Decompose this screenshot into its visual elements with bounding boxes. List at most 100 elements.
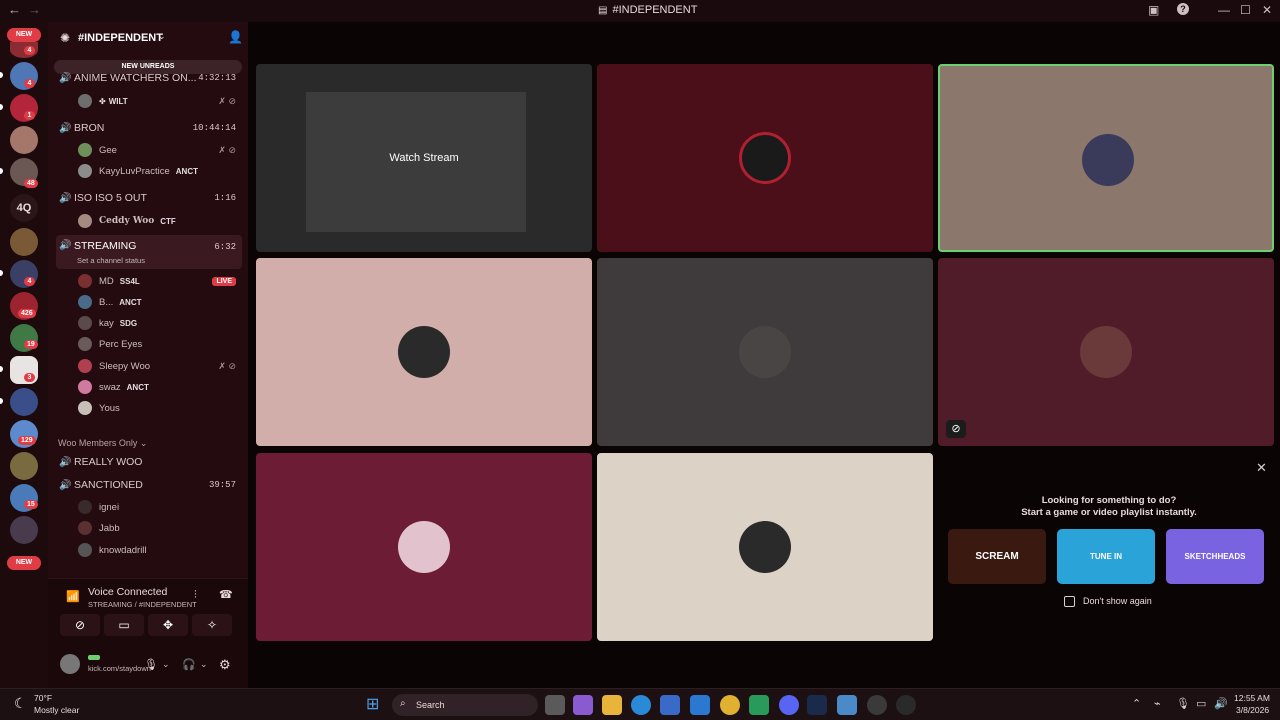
watch-stream-label[interactable]: Watch Stream: [256, 152, 592, 164]
muted-deafened-icon: ✗ ⊘: [218, 360, 236, 371]
voice-channel-anime-watchers[interactable]: 🔊 ANIME WATCHERS ON... 4:32:13: [56, 68, 242, 88]
outlook-icon[interactable]: [690, 695, 710, 715]
network-icon[interactable]: ⌁: [1154, 697, 1161, 710]
forward-arrow-icon[interactable]: →: [28, 2, 41, 17]
screen-share-button[interactable]: ▭: [104, 614, 144, 636]
weather-condition[interactable]: Mostly clear: [34, 705, 79, 715]
participant-tile[interactable]: [597, 64, 933, 252]
server-icon[interactable]: [10, 452, 38, 480]
mention-badge: 129: [18, 436, 36, 445]
new-unreads-pill-top[interactable]: NEW: [7, 28, 41, 42]
voice-channel-iso[interactable]: 🔊 ISO ISO 5 OUT 1:16: [56, 188, 242, 208]
channel-status[interactable]: Set a channel status: [77, 256, 145, 265]
store-icon[interactable]: [660, 695, 680, 715]
back-arrow-icon[interactable]: ←: [8, 2, 21, 17]
volume-icon[interactable]: 🔊: [1214, 697, 1228, 710]
voice-user[interactable]: Jabb: [78, 519, 242, 537]
edge-icon[interactable]: [631, 695, 651, 715]
speaker-icon: 🔊: [59, 72, 72, 84]
clock-time[interactable]: 12:55 AM: [1234, 693, 1270, 703]
voice-user[interactable]: Yous: [78, 399, 242, 417]
unread-indicator: [0, 270, 3, 276]
server-icon[interactable]: [10, 228, 38, 256]
voice-user[interactable]: KayyLuvPractice ANCT: [78, 162, 242, 180]
voice-user[interactable]: Sleepy Woo ✗ ⊘: [78, 357, 242, 375]
settings-gear-icon[interactable]: ⚙: [219, 657, 231, 673]
voice-user[interactable]: swaz ANCT: [78, 378, 242, 396]
voice-user[interactable]: Gee ✗ ⊘: [78, 141, 242, 159]
app-icon[interactable]: [896, 695, 916, 715]
minimize-icon[interactable]: —: [1218, 3, 1230, 17]
signal-icon[interactable]: 📶: [66, 590, 80, 603]
soundboard-button[interactable]: ✧: [192, 614, 232, 636]
disconnect-icon[interactable]: ☎: [219, 588, 233, 601]
camera-off-button[interactable]: ⊘: [60, 614, 100, 636]
copilot-icon[interactable]: [573, 695, 593, 715]
dont-show-label: Don't show again: [1083, 596, 1152, 606]
dont-show-checkbox[interactable]: [1064, 596, 1075, 607]
microphone-icon[interactable]: 🎙: [1176, 697, 1190, 710]
server-icon-4q[interactable]: 4Q: [10, 194, 38, 222]
user-avatar[interactable]: [60, 654, 80, 674]
close-icon[interactable]: ✕: [1256, 460, 1267, 476]
server-icon[interactable]: [10, 516, 38, 544]
guild-tag: CTF: [160, 216, 176, 226]
activities-button[interactable]: ✥: [148, 614, 188, 636]
headphones-icon[interactable]: 🎧: [182, 658, 196, 671]
category-header[interactable]: Woo Members Only ⌄: [58, 438, 147, 449]
weather-temp[interactable]: 70°F: [34, 693, 52, 703]
maximize-icon[interactable]: ☐: [1240, 3, 1251, 17]
discord-icon[interactable]: [779, 695, 799, 715]
close-window-icon[interactable]: ✕: [1262, 3, 1272, 17]
voice-location[interactable]: STREAMING / #INDEPENDENT: [88, 600, 197, 609]
voice-user[interactable]: MD SS4L LIVE: [78, 272, 242, 290]
voice-channel-really-woo[interactable]: 🔊 REALLY WOO: [56, 452, 242, 472]
voice-channel-sanctioned[interactable]: 🔊 SANCTIONED 39:57: [56, 475, 242, 495]
display-icon[interactable]: ▭: [1196, 697, 1206, 710]
app-icon[interactable]: [749, 695, 769, 715]
clock-date[interactable]: 3/8/2026: [1236, 705, 1269, 715]
activity-card-tunein[interactable]: TUNE IN: [1057, 529, 1155, 584]
app-icon[interactable]: [867, 695, 887, 715]
help-icon[interactable]: ?: [1177, 3, 1189, 15]
windows-start-icon[interactable]: ⊞: [366, 694, 379, 714]
stream-tile[interactable]: Watch Stream: [256, 64, 592, 252]
microphone-icon[interactable]: 🎙: [144, 658, 158, 671]
participant-avatar: [739, 521, 791, 573]
search-box[interactable]: ⌕ Search: [392, 694, 538, 716]
voice-user[interactable]: ignei: [78, 498, 242, 516]
noise-suppression-icon[interactable]: ⫶: [194, 589, 197, 602]
file-explorer-icon[interactable]: [602, 695, 622, 715]
voice-user[interactable]: ✤ WILT ✗ ⊘: [78, 92, 242, 110]
participant-tile[interactable]: [256, 258, 592, 446]
participant-tile[interactable]: ⊘: [938, 258, 1274, 446]
participant-tile[interactable]: [597, 453, 933, 641]
participant-tile[interactable]: [597, 258, 933, 446]
invite-people-icon[interactable]: 👤: [228, 30, 243, 44]
activity-card-scream[interactable]: SCREAM: [948, 529, 1046, 584]
server-icon[interactable]: [10, 126, 38, 154]
participant-tile[interactable]: [256, 453, 592, 641]
voice-user[interactable]: Ceddy Woo CTF: [78, 212, 242, 230]
server-icon[interactable]: [10, 388, 38, 416]
activity-card-sketchheads[interactable]: SKETCHHEADS: [1166, 529, 1264, 584]
participant-tile-speaking[interactable]: [938, 64, 1274, 252]
photos-icon[interactable]: [837, 695, 857, 715]
chrome-icon[interactable]: [720, 695, 740, 715]
avatar: [78, 214, 92, 228]
voice-user[interactable]: kay SDG: [78, 314, 242, 332]
new-unreads-pill-bottom[interactable]: NEW: [7, 556, 41, 570]
chevron-down-icon[interactable]: ⌄: [162, 659, 170, 670]
voice-user[interactable]: knowdadrill: [78, 541, 242, 559]
voice-user[interactable]: B... ANCT: [78, 293, 242, 311]
voice-channel-streaming[interactable]: 🔊 STREAMING 6:32 Set a channel status: [56, 235, 242, 269]
muted-icon: ⊘: [946, 420, 966, 438]
task-view-icon[interactable]: [545, 695, 565, 715]
steam-icon[interactable]: [807, 695, 827, 715]
server-header[interactable]: ✺ #INDEPENDENT ⌄ 👤: [48, 22, 248, 54]
chevron-up-icon[interactable]: ⌃: [1132, 697, 1141, 710]
voice-channel-bron[interactable]: 🔊 BRON 10:44:14: [56, 118, 242, 138]
chevron-down-icon[interactable]: ⌄: [200, 659, 208, 670]
voice-user[interactable]: Perc Eyes: [78, 335, 242, 353]
inbox-icon[interactable]: ▣: [1148, 3, 1159, 17]
